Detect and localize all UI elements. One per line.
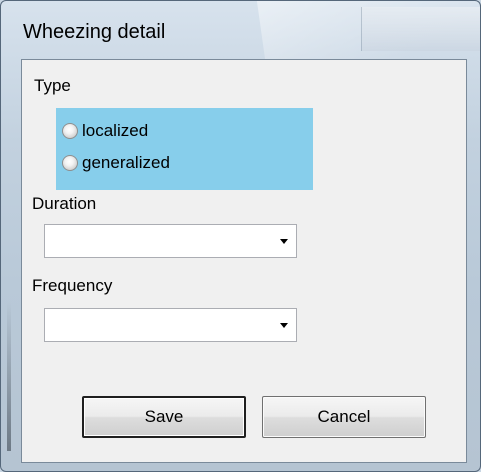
- frequency-label: Frequency: [32, 276, 113, 295]
- radio-label-generalized[interactable]: generalized: [82, 153, 170, 173]
- radio-option-localized[interactable]: localized: [62, 120, 148, 142]
- type-label: Type: [34, 76, 71, 95]
- window-edge-shadow: [7, 301, 11, 451]
- chevron-down-icon[interactable]: [280, 323, 288, 328]
- save-button[interactable]: Save: [82, 396, 246, 438]
- chevron-down-icon[interactable]: [280, 239, 288, 244]
- type-radio-group: localized generalized: [56, 108, 313, 190]
- duration-dropdown[interactable]: [44, 224, 297, 258]
- window-title: Wheezing detail: [23, 21, 166, 43]
- radio-circle-icon[interactable]: [62, 155, 78, 171]
- dialog-client-area: Type localized generalized Duration Freq…: [21, 59, 467, 463]
- frequency-dropdown[interactable]: [44, 308, 297, 342]
- duration-label: Duration: [32, 194, 97, 213]
- radio-option-generalized[interactable]: generalized: [62, 152, 170, 174]
- cancel-button[interactable]: Cancel: [262, 396, 426, 438]
- radio-label-localized[interactable]: localized: [82, 121, 148, 141]
- dialog-window: Wheezing detail Type localized generaliz…: [0, 0, 481, 472]
- radio-circle-icon[interactable]: [62, 123, 78, 139]
